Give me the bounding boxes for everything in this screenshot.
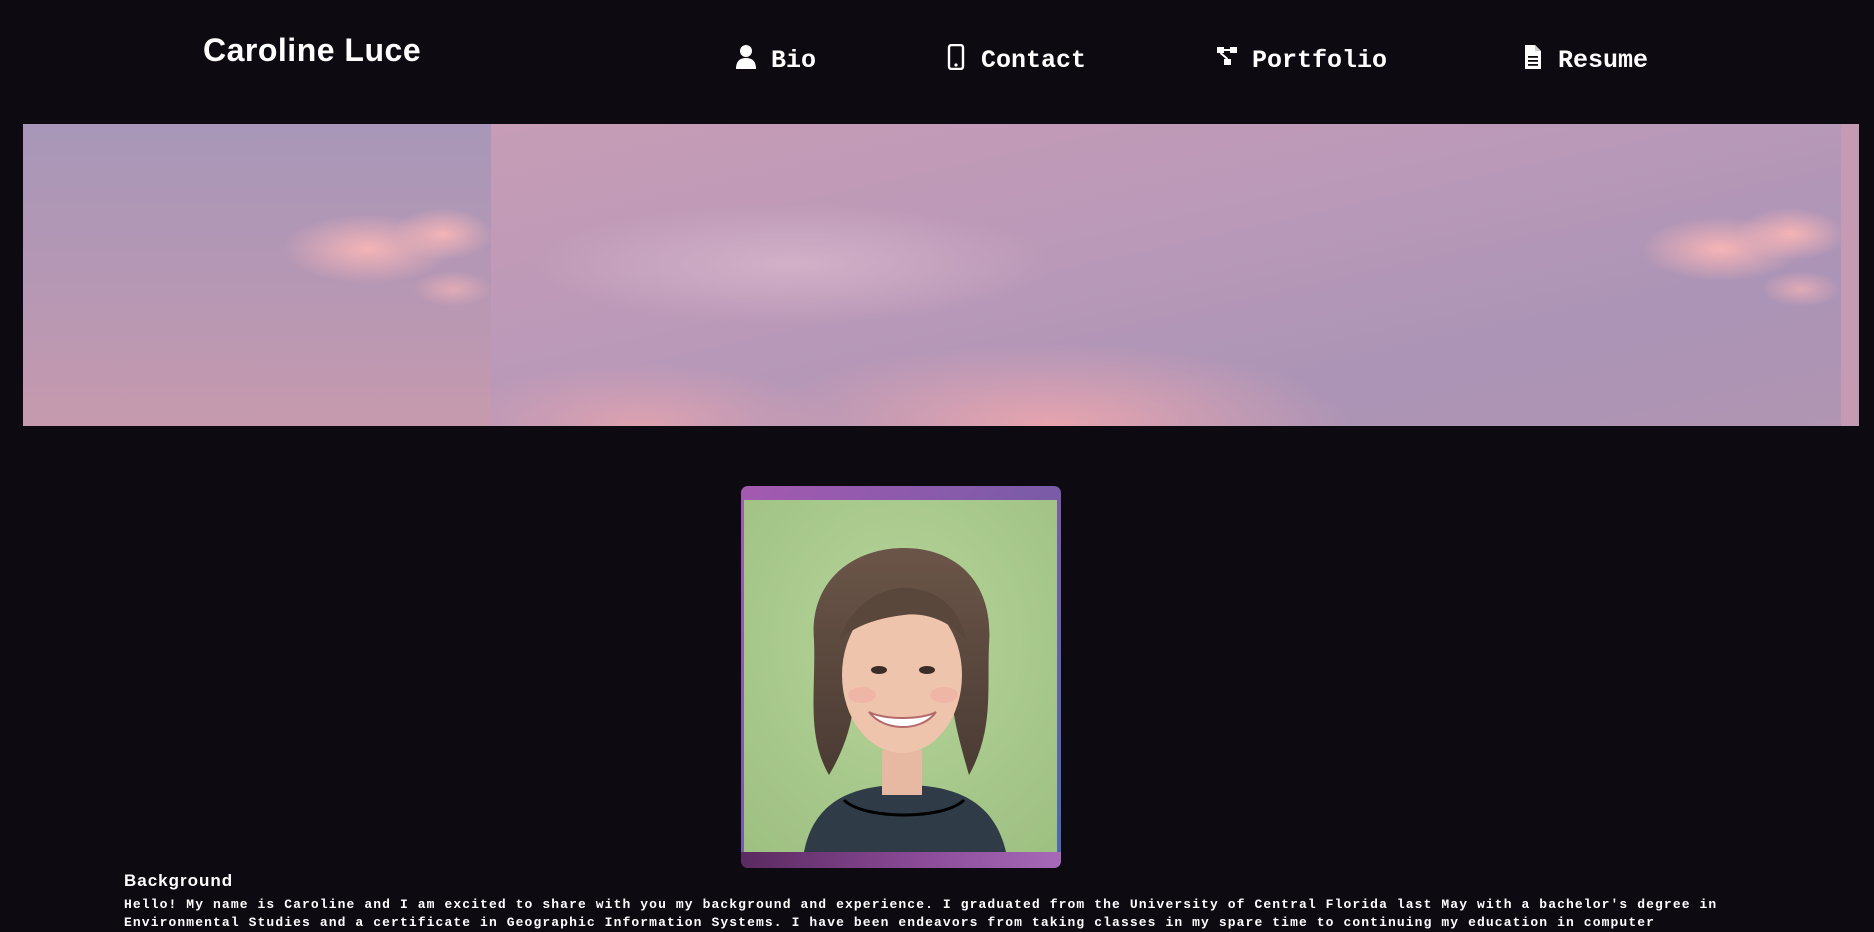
background-paragraph: Hello! My name is Caroline and I am exci… — [124, 897, 1718, 930]
nav-label-portfolio: Portfolio — [1252, 45, 1388, 75]
hero-sky-main-panel — [491, 124, 1841, 426]
mobile-phone-icon — [945, 44, 967, 70]
background-heading: Background — [124, 871, 234, 890]
photo-frame-bottom-bar — [741, 852, 1061, 868]
nav-label-contact: Contact — [981, 45, 1087, 75]
hero-banner — [23, 124, 1859, 426]
user-icon — [735, 44, 757, 70]
site-title[interactable]: Caroline Luce — [203, 30, 421, 70]
site-header: Caroline Luce Bio Contact Portfolio Resu… — [0, 0, 1874, 120]
nav-item-bio[interactable]: Bio — [735, 42, 816, 78]
hero-sky-right-edge — [1841, 124, 1859, 426]
nav-item-contact[interactable]: Contact — [945, 42, 1086, 78]
sitemap-icon — [1216, 44, 1238, 70]
profile-photo — [744, 500, 1057, 852]
nav-item-resume[interactable]: Resume — [1522, 42, 1648, 78]
nav-item-portfolio[interactable]: Portfolio — [1216, 42, 1387, 78]
document-icon — [1522, 44, 1544, 70]
nav-label-bio: Bio — [771, 45, 817, 75]
hero-sky-left-panel — [23, 124, 491, 426]
portrait-illustration — [744, 500, 1057, 852]
profile-photo-frame — [741, 486, 1061, 868]
nav-label-resume: Resume — [1558, 45, 1649, 75]
background-section: Background Hello! My name is Caroline an… — [124, 870, 1764, 932]
